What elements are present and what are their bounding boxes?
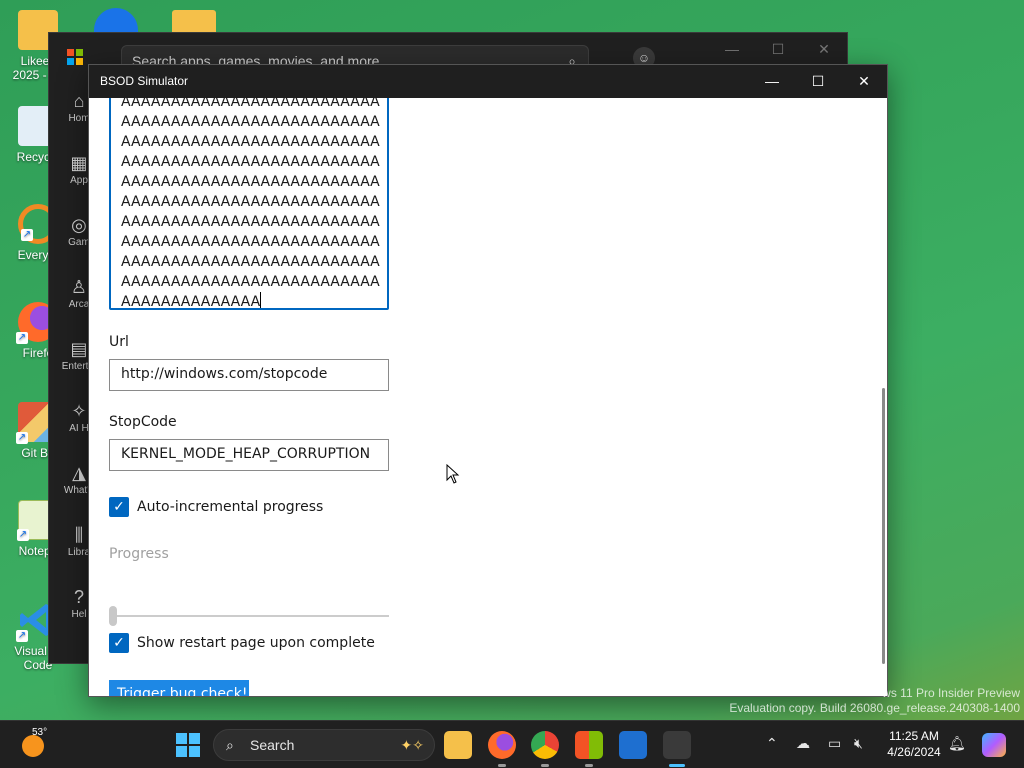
slider-thumb[interactable] bbox=[109, 606, 117, 626]
url-input[interactable]: http://windows.com/stopcode bbox=[109, 359, 389, 391]
progress-slider[interactable] bbox=[109, 606, 389, 626]
file-explorer-icon[interactable] bbox=[444, 731, 472, 759]
network-icon[interactable]: ▭ bbox=[828, 735, 841, 752]
windows-watermark: ws 11 Pro Insider Preview Evaluation cop… bbox=[729, 686, 1020, 716]
store-minimize-button[interactable]: — bbox=[709, 33, 755, 65]
store-maximize-button[interactable]: ☐ bbox=[755, 33, 801, 65]
trigger-bug-check-button[interactable]: Trigger bug check! bbox=[109, 680, 249, 696]
text-caret bbox=[260, 292, 262, 308]
auto-progress-label: Auto-incremental progress bbox=[137, 499, 324, 515]
url-label: Url bbox=[109, 334, 129, 350]
watermark-build: Evaluation copy. Build 26080.ge_release.… bbox=[729, 701, 1020, 715]
auto-progress-checkbox[interactable]: ✓ Auto-incremental progress bbox=[109, 497, 323, 517]
weather-temp: 53° bbox=[32, 727, 48, 738]
copilot-icon[interactable] bbox=[982, 733, 1006, 757]
message-line: AAAAAAAAAAAAAAAAAAAAAAAAAA bbox=[121, 98, 380, 110]
message-line: AAAAAAAAAAAAAAAAAAAAAAAAAA bbox=[121, 214, 380, 230]
checkmark-icon[interactable]: ✓ bbox=[109, 633, 129, 653]
message-line: AAAAAAAAAAAAAAAAAAAAAAAAAA bbox=[121, 114, 380, 130]
message-line: AAAAAAAAAAAAAAAAAAAAAAAAAA bbox=[121, 234, 380, 250]
window-title: BSOD Simulator bbox=[100, 74, 189, 88]
checkmark-icon[interactable]: ✓ bbox=[109, 497, 129, 517]
mouse-pointer-icon bbox=[446, 464, 460, 484]
taskbar-search[interactable]: ⌕ Search ✦✧ bbox=[213, 729, 435, 761]
message-line: AAAAAAAAAAAAAAAAAAAAAAAAAA bbox=[121, 174, 380, 190]
volume-mute-icon[interactable]: 🔇︎ bbox=[854, 735, 863, 752]
photos-taskbar-icon[interactable] bbox=[619, 731, 647, 759]
message-line: AAAAAAAAAAAAAA bbox=[121, 292, 262, 310]
start-button[interactable] bbox=[176, 733, 200, 757]
clock-time: 11:25 AM bbox=[889, 729, 939, 743]
vertical-scrollbar[interactable] bbox=[882, 388, 885, 664]
stopcode-input[interactable]: KERNEL_MODE_HEAP_CORRUPTION bbox=[109, 439, 389, 471]
restart-page-checkbox[interactable]: ✓ Show restart page upon complete bbox=[109, 633, 375, 653]
message-line: AAAAAAAAAAAAAAAAAAAAAAAAAA bbox=[121, 154, 380, 170]
clock-date: 4/26/2024 bbox=[887, 745, 941, 759]
watermark-edition: ws 11 Pro Insider Preview bbox=[882, 686, 1020, 700]
message-textarea[interactable]: AAAAAAAAAAAAAAAAAAAAAAAAAA AAAAAAAAAAAAAA… bbox=[109, 98, 389, 310]
notification-bell-icon[interactable]: 🔔︎ bbox=[948, 735, 966, 752]
message-line: AAAAAAAAAAAAAAAAAAAAAAAAAA bbox=[121, 254, 380, 270]
bsod-simulator-window[interactable]: BSOD Simulator — ☐ ✕ AAAAAAAAAAAAAAAAAAA… bbox=[88, 64, 888, 697]
app-titlebar[interactable]: BSOD Simulator — ☐ ✕ bbox=[89, 65, 887, 98]
onedrive-icon[interactable]: ☁ bbox=[796, 735, 810, 752]
firefox-taskbar-icon[interactable] bbox=[488, 731, 516, 767]
weather-widget[interactable]: 53° bbox=[20, 727, 47, 757]
slider-track bbox=[109, 615, 389, 617]
chevron-up-icon[interactable]: ⌃ bbox=[766, 735, 778, 752]
bsod-simulator-taskbar-icon[interactable] bbox=[663, 731, 691, 767]
progress-label: Progress bbox=[109, 546, 169, 562]
taskbar: 53° ⌕ Search ✦✧ ⌃ ☁ ▭ 🔇︎ 11:25 AM 4/26/2… bbox=[0, 720, 1024, 768]
taskbar-search-label: Search bbox=[250, 737, 295, 753]
minimize-button[interactable]: — bbox=[749, 65, 795, 98]
store-logo-icon bbox=[67, 49, 83, 65]
store-taskbar-icon[interactable] bbox=[575, 731, 603, 767]
restart-page-label: Show restart page upon complete bbox=[137, 635, 375, 651]
close-button[interactable]: ✕ bbox=[841, 65, 887, 98]
message-line: AAAAAAAAAAAAAAAAAAAAAAAAAA bbox=[121, 274, 380, 290]
system-clock[interactable]: 11:25 AM 4/26/2024 bbox=[880, 728, 948, 760]
message-line: AAAAAAAAAAAAAAAAAAAAAAAAAA bbox=[121, 194, 380, 210]
app-content: AAAAAAAAAAAAAAAAAAAAAAAAAA AAAAAAAAAAAAAA… bbox=[89, 98, 887, 696]
message-line: AAAAAAAAAAAAAAAAAAAAAAAAAA bbox=[121, 134, 380, 150]
stopcode-label: StopCode bbox=[109, 414, 177, 430]
chrome-taskbar-icon[interactable] bbox=[531, 731, 559, 767]
maximize-button[interactable]: ☐ bbox=[795, 65, 841, 98]
weather-sun-icon bbox=[22, 735, 44, 757]
search-icon: ⌕ bbox=[226, 737, 234, 753]
copilot-sparkle-icon: ✦✧ bbox=[400, 737, 424, 753]
store-close-button[interactable]: ✕ bbox=[801, 33, 847, 65]
